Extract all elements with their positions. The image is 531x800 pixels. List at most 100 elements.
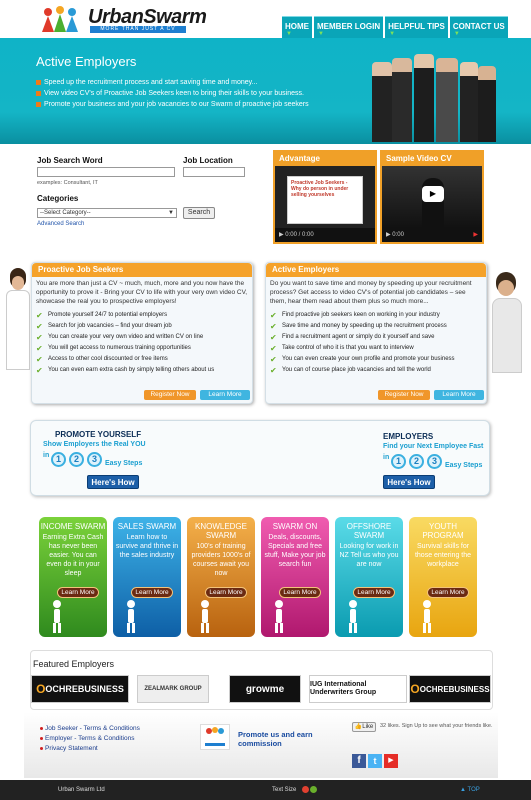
list-item: You can even create your own profile and… (270, 354, 486, 365)
location-input[interactable] (183, 167, 245, 177)
youtube-icon[interactable]: ▶ (384, 754, 398, 768)
swarm-card[interactable]: YOUTH PROGRAM Survival skills for those e… (409, 517, 477, 637)
footer-links: Job Seeker - Terms & Conditions Employer… (40, 724, 140, 754)
sample-cv-video[interactable]: Sample Video CV ▶ ▶ 0:00 ▶ (380, 150, 484, 244)
swarm-card[interactable]: SWARM ON Deals, discounts, Specials and f… (261, 517, 329, 637)
video-time: 0:00 (392, 232, 404, 238)
play-icon[interactable]: ▶ (279, 232, 284, 238)
card-learn-more-button[interactable]: Learn More (57, 587, 99, 598)
card-learn-more-button[interactable]: Learn More (279, 587, 321, 598)
play-icon[interactable]: ▶ (386, 232, 391, 238)
nav-contact-us-label: CONTACT US (452, 22, 505, 31)
urbanswarm-small-logo[interactable] (200, 724, 230, 750)
step-3-badge: 3 (427, 454, 442, 469)
nav-member-login-label: MEMBER LOGIN (317, 22, 381, 31)
employer-logo[interactable]: O OCHREBUSINESS (409, 675, 491, 703)
text-smaller-icon[interactable] (302, 786, 309, 793)
stick-figure-icon (275, 600, 283, 633)
advantage-video[interactable]: Advantage Proactive Job Seekers - Why do… (273, 150, 377, 244)
heres-how-button[interactable]: Here's How (383, 475, 435, 489)
seekers-learn-more-button[interactable]: Learn More (200, 390, 250, 400)
man-thumbs-up-image (490, 270, 526, 375)
employer-logo[interactable]: growme (229, 675, 301, 703)
card-learn-more-button[interactable]: Learn More (427, 587, 469, 598)
card-learn-more-button[interactable]: Learn More (131, 587, 173, 598)
easy-steps-box: PROMOTE YOURSELF Show Employers the Real… (30, 420, 490, 496)
employers-title: Active Employers (266, 263, 486, 277)
video-controls[interactable]: ▶ 0:00 ▶ (382, 228, 482, 242)
employer-logo-text: growme (245, 683, 285, 695)
footer-link-privacy[interactable]: Privacy Statement (40, 744, 140, 754)
employers-title: EMPLOYERS (383, 432, 434, 441)
nav-member-login[interactable]: MEMBER LOGIN ▼ (314, 16, 384, 38)
employer-logo[interactable]: O OCHREBUSINESS (31, 675, 129, 703)
back-to-top-link[interactable]: ▲ TOP (460, 780, 480, 800)
advanced-search-link[interactable]: Advanced Search (37, 221, 84, 227)
search-button[interactable]: Search (183, 207, 215, 219)
list-item: You will get access to numerous training… (36, 343, 252, 354)
promote-yourself-subtitle: Show Employers the Real YOU (43, 441, 146, 448)
banner-bullet: View video CV's of Proactive Job Seekers… (36, 88, 309, 99)
video-controls[interactable]: ▶ 0:00 / 0:00 (275, 228, 375, 242)
company-name: Urban Swarm Ltd (58, 787, 105, 793)
keyword-input[interactable] (37, 167, 175, 177)
employer-logo[interactable]: ZEALMARK GROUP (137, 675, 209, 703)
job-seekers-title: Proactive Job Seekers (32, 263, 252, 277)
employer-logo[interactable]: IUG International Underwriters Group (309, 675, 407, 703)
footer-link-seeker-terms[interactable]: Job Seeker - Terms & Conditions (40, 724, 140, 734)
nav-contact-us[interactable]: CONTACT US ▼ (449, 16, 508, 38)
footer-link-employer-terms[interactable]: Employer - Terms & Conditions (40, 734, 140, 744)
employers-list: Find proactive job seekers keen on worki… (266, 308, 486, 376)
categories-label: Categories (37, 194, 79, 203)
stick-figure-icon (423, 600, 431, 633)
text-size-label: Text Size (272, 787, 297, 793)
text-larger-icon[interactable] (310, 786, 317, 793)
card-title: SWARM ON (272, 522, 318, 531)
card-title: KNOWLEDGE SWARM (194, 522, 247, 540)
heres-how-button[interactable]: Here's How (87, 475, 139, 489)
video-slide: Proactive Job Seekers - Why do person in… (287, 176, 363, 224)
nav-helpful-tips[interactable]: HELPFUL TIPS ▼ (385, 16, 448, 38)
swarm-card[interactable]: OFFSHORE SWARM Looking for work in NZ Tel… (335, 517, 403, 637)
facebook-icon[interactable]: f (352, 754, 366, 768)
nav-home[interactable]: HOME ▼ (282, 16, 312, 38)
twitter-icon[interactable]: t (368, 754, 382, 768)
banner-title: Active Employers (36, 54, 137, 69)
banner-bullets: Speed up the recruitment process and sta… (36, 77, 309, 110)
card-learn-more-button[interactable]: Learn More (353, 587, 395, 598)
seekers-register-button[interactable]: Register Now (144, 390, 196, 400)
employers-learn-more-button[interactable]: Learn More (434, 390, 484, 400)
swarm-card[interactable]: KNOWLEDGE SWARM 100's of training provide… (187, 517, 255, 637)
job-seekers-panel: Proactive Job Seekers You are more than … (31, 262, 253, 404)
job-seekers-list: Promote yourself 24/7 to potential emplo… (32, 308, 252, 376)
bottom-bar: Urban Swarm Ltd Text Size ▲ TOP (0, 780, 531, 800)
urbanswarm-logo[interactable]: UrbanSwarm MORE THAN JUST A CV (38, 4, 207, 34)
card-body: 100's of training providers 1000's of co… (191, 543, 251, 577)
video-time: 0:00 / 0:00 (285, 232, 314, 238)
main-nav: HOME ▼ MEMBER LOGIN ▼ HELPFUL TIPS ▼ CONTAC… (282, 16, 508, 38)
list-item: You can create your very own video and w… (36, 332, 252, 343)
youtube-icon[interactable]: ▶ (473, 228, 478, 242)
list-item: Promote yourself 24/7 to potential emplo… (36, 310, 252, 321)
chevron-down-icon: ▼ (168, 210, 174, 216)
stick-figure-icon (201, 600, 209, 633)
location-label: Job Location (183, 156, 233, 165)
employers-register-button[interactable]: Register Now (378, 390, 430, 400)
employer-logo-text: OCHREBUSINESS (419, 684, 490, 694)
banner-bullet: Promote your business and your job vacan… (36, 99, 309, 110)
featured-title: Featured Employers (33, 659, 115, 669)
play-icon[interactable]: ▶ (422, 186, 444, 202)
swarm-card[interactable]: SALES SWARM Learn how to survive and thri… (113, 517, 181, 637)
stick-figure-icon (127, 600, 135, 633)
business-people-image (366, 50, 496, 142)
category-select[interactable]: --Select Category-- ▼ (37, 208, 177, 218)
card-learn-more-button[interactable]: Learn More (205, 587, 247, 598)
swarm-card[interactable]: INCOME SWARM Earning Extra Cash has never… (39, 517, 107, 637)
list-item: Find a recruitment agent or simply do it… (270, 332, 486, 343)
step-2-badge: 2 (409, 454, 424, 469)
logo-tagline: MORE THAN JUST A CV (90, 26, 186, 33)
step-2-badge: 2 (69, 452, 84, 467)
facebook-like-button[interactable]: 👍Like (352, 722, 376, 732)
promote-us-text[interactable]: Promote us and earn commission (238, 730, 328, 748)
easy-steps-text: Easy Steps (445, 462, 483, 469)
